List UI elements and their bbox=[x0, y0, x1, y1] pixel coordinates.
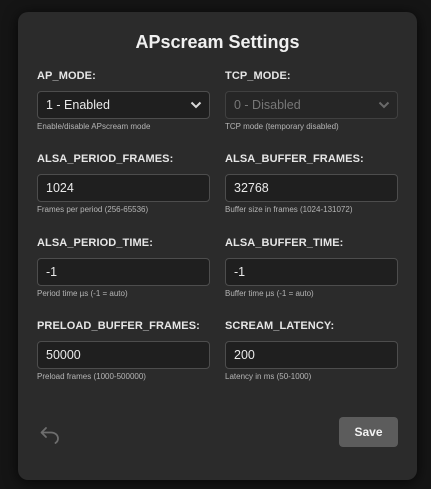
scream-latency-help: Latency in ms (50-1000) bbox=[225, 372, 312, 381]
scream-latency-field: SCREAM_LATENCY: 200 Latency in ms (50-10… bbox=[225, 319, 398, 381]
preload-buffer-frames-label: PRELOAD_BUFFER_FRAMES: bbox=[37, 320, 200, 332]
alsa-buffer-frames-label: ALSA_BUFFER_FRAMES: bbox=[225, 153, 364, 165]
scream-latency-value: 200 bbox=[234, 348, 255, 362]
alsa-buffer-frames-value: 32768 bbox=[234, 181, 269, 195]
tcp-mode-field: TCP_MODE: 0 - Disabled TCP mode (tempora… bbox=[225, 69, 398, 131]
alsa-period-frames-label: ALSA_PERIOD_FRAMES: bbox=[37, 153, 174, 165]
undo-arrow-icon bbox=[40, 427, 59, 444]
alsa-period-time-value: -1 bbox=[46, 265, 58, 279]
preload-buffer-frames-value: 50000 bbox=[46, 348, 81, 362]
alsa-buffer-time-input[interactable]: -1 bbox=[225, 258, 398, 286]
tcp-mode-help: TCP mode (temporary disabled) bbox=[225, 122, 339, 131]
scream-latency-input[interactable]: 200 bbox=[225, 341, 398, 369]
alsa-buffer-frames-field: ALSA_BUFFER_FRAMES: 32768 Buffer size in… bbox=[225, 152, 398, 214]
back-button[interactable] bbox=[37, 422, 63, 448]
preload-buffer-frames-input[interactable]: 50000 bbox=[37, 341, 210, 369]
ap-mode-select[interactable]: 1 - Enabled bbox=[37, 91, 210, 119]
tcp-mode-label: TCP_MODE: bbox=[225, 70, 291, 82]
alsa-buffer-time-value: -1 bbox=[234, 265, 246, 279]
tcp-mode-value: 0 - Disabled bbox=[234, 98, 301, 112]
chevron-down-icon bbox=[378, 101, 390, 109]
alsa-period-frames-help: Frames per period (256-65536) bbox=[37, 205, 149, 214]
tcp-mode-select: 0 - Disabled bbox=[225, 91, 398, 119]
alsa-buffer-frames-input[interactable]: 32768 bbox=[225, 174, 398, 202]
alsa-period-frames-input[interactable]: 1024 bbox=[37, 174, 210, 202]
preload-buffer-frames-help: Preload frames (1000-500000) bbox=[37, 372, 146, 381]
alsa-buffer-time-field: ALSA_BUFFER_TIME: -1 Buffer time µs (-1 … bbox=[225, 236, 398, 298]
alsa-period-frames-field: ALSA_PERIOD_FRAMES: 1024 Frames per peri… bbox=[37, 152, 210, 214]
ap-mode-label: AP_MODE: bbox=[37, 70, 96, 82]
ap-mode-field: AP_MODE: 1 - Enabled Enable/disable APsc… bbox=[37, 69, 210, 131]
ap-mode-help: Enable/disable APscream mode bbox=[37, 122, 151, 131]
alsa-buffer-time-label: ALSA_BUFFER_TIME: bbox=[225, 237, 344, 249]
preload-buffer-frames-field: PRELOAD_BUFFER_FRAMES: 50000 Preload fra… bbox=[37, 319, 210, 381]
ap-mode-value: 1 - Enabled bbox=[46, 98, 110, 112]
scream-latency-label: SCREAM_LATENCY: bbox=[225, 320, 335, 332]
alsa-buffer-frames-help: Buffer size in frames (1024-131072) bbox=[225, 205, 353, 214]
alsa-period-time-field: ALSA_PERIOD_TIME: -1 Period time µs (-1 … bbox=[37, 236, 210, 298]
settings-dialog: APscream Settings AP_MODE: 1 - Enabled E… bbox=[18, 12, 417, 480]
alsa-period-time-input[interactable]: -1 bbox=[37, 258, 210, 286]
alsa-period-time-label: ALSA_PERIOD_TIME: bbox=[37, 237, 153, 249]
chevron-down-icon bbox=[190, 101, 202, 109]
alsa-buffer-time-help: Buffer time µs (-1 = auto) bbox=[225, 289, 314, 298]
alsa-period-frames-value: 1024 bbox=[46, 181, 74, 195]
alsa-period-time-help: Period time µs (-1 = auto) bbox=[37, 289, 128, 298]
save-button[interactable]: Save bbox=[339, 417, 398, 447]
dialog-title: APscream Settings bbox=[135, 32, 300, 52]
